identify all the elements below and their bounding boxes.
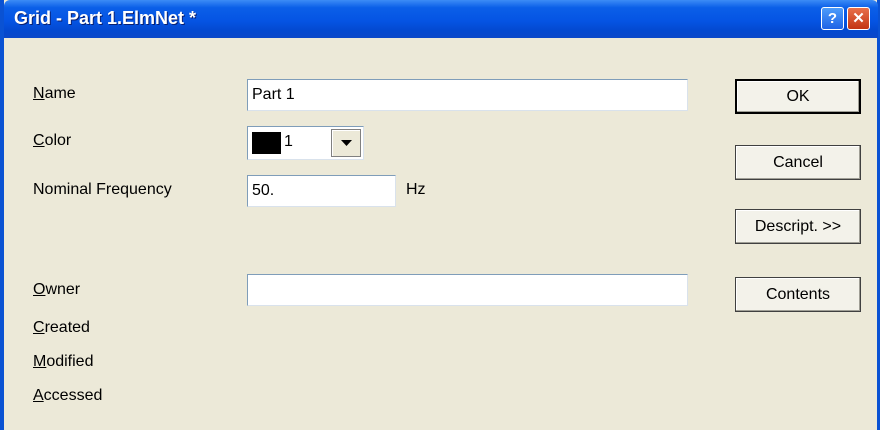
owner-label: Owner bbox=[33, 281, 81, 298]
chevron-down-icon bbox=[341, 140, 352, 146]
nominal-frequency-label: Nominal Frequency bbox=[33, 181, 172, 198]
cancel-button[interactable]: Cancel bbox=[735, 145, 861, 180]
name-label: Name bbox=[33, 85, 76, 102]
dropdown-button[interactable] bbox=[331, 129, 361, 157]
close-icon: ✕ bbox=[852, 10, 865, 27]
color-value: 1 bbox=[284, 133, 293, 150]
color-swatch bbox=[252, 132, 281, 154]
color-label: Color bbox=[33, 132, 72, 149]
ok-button[interactable]: OK bbox=[735, 79, 861, 114]
owner-field[interactable] bbox=[247, 274, 688, 306]
accessed-label: Accessed bbox=[33, 387, 103, 404]
created-label: Created bbox=[33, 319, 90, 336]
descript-button[interactable]: Descript. >> bbox=[735, 209, 861, 244]
modified-label: Modified bbox=[33, 353, 94, 370]
name-field[interactable]: Part 1 bbox=[247, 79, 688, 111]
help-icon: ? bbox=[827, 10, 838, 27]
title-bar[interactable]: Grid - Part 1.ElmNet * ? ✕ bbox=[4, 0, 878, 38]
window-title: Grid - Part 1.ElmNet * bbox=[14, 8, 197, 28]
frequency-unit: Hz bbox=[406, 181, 426, 198]
close-button[interactable]: ✕ bbox=[847, 7, 870, 30]
help-button[interactable]: ? bbox=[821, 7, 844, 30]
nominal-frequency-field[interactable]: 50. bbox=[247, 175, 396, 207]
dialog-window: Grid - Part 1.ElmNet * ? ✕ Name Part 1 C… bbox=[0, 0, 880, 430]
contents-button[interactable]: Contents bbox=[735, 277, 861, 312]
color-select[interactable]: 1 bbox=[247, 126, 364, 160]
